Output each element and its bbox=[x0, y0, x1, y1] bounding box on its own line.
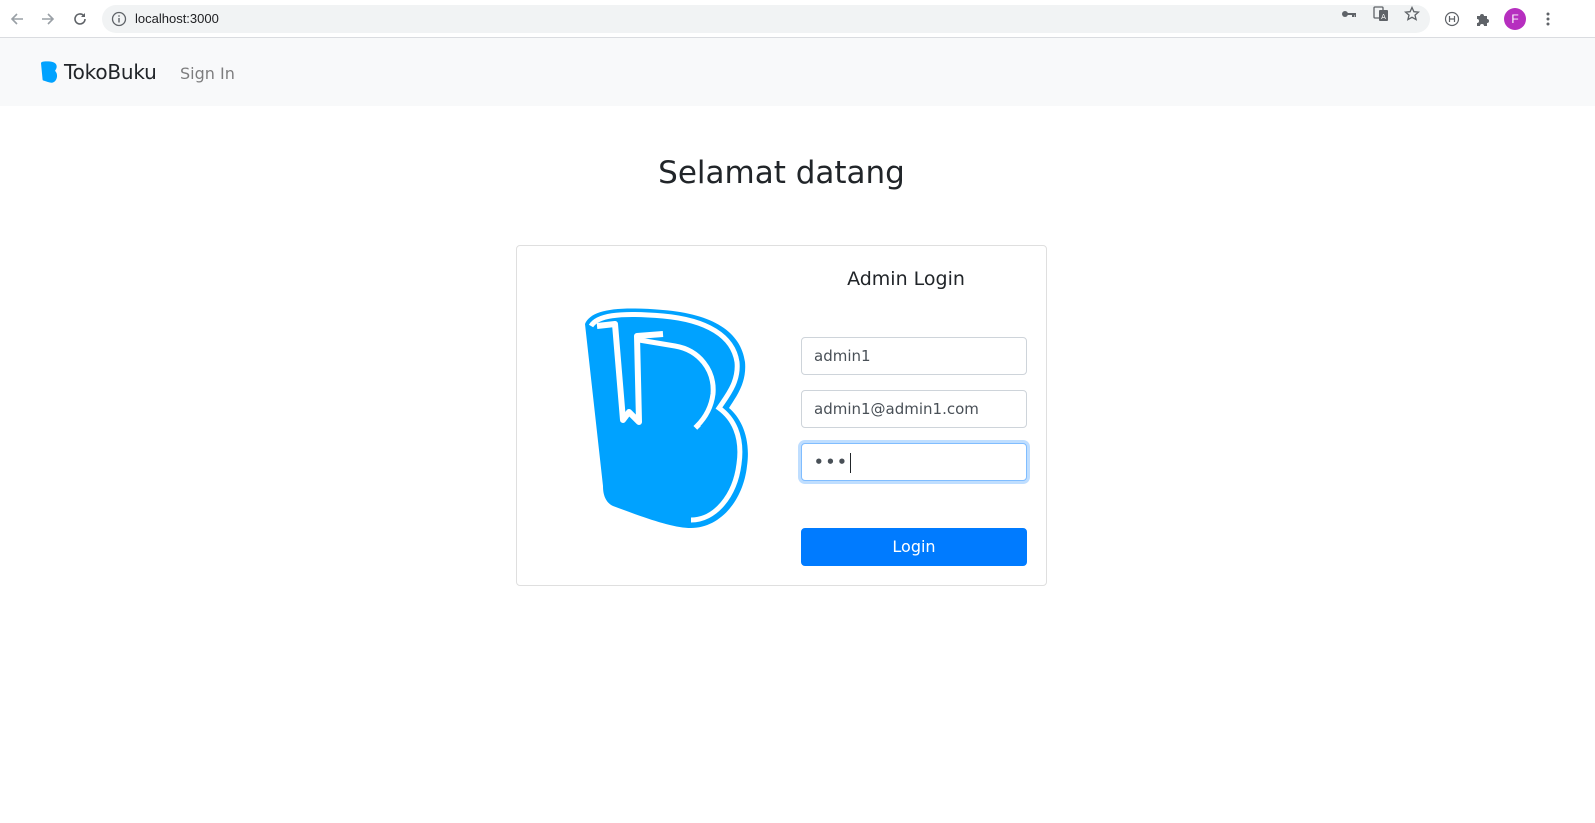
tokobuku-logo-icon bbox=[585, 308, 748, 528]
back-arrow-icon[interactable] bbox=[4, 6, 30, 32]
page-title: Selamat datang bbox=[658, 155, 905, 191]
nav-link-sign-in[interactable]: Sign In bbox=[180, 64, 235, 83]
info-icon[interactable] bbox=[111, 11, 127, 27]
admin-login-title: Admin Login bbox=[847, 268, 965, 290]
login-button[interactable]: Login bbox=[801, 528, 1027, 566]
password-field[interactable]: ••• bbox=[801, 443, 1027, 481]
translate-icon[interactable]: A bbox=[1372, 6, 1390, 22]
app-navbar: TokoBuku Sign In bbox=[0, 38, 1595, 106]
more-vert-icon[interactable] bbox=[1538, 9, 1558, 29]
brand-name: TokoBuku bbox=[64, 60, 157, 84]
browser-toolbar: localhost:3000 A F bbox=[0, 0, 1595, 38]
url-text[interactable]: localhost:3000 bbox=[135, 11, 219, 27]
reload-icon[interactable] bbox=[67, 6, 93, 32]
brand-link[interactable]: TokoBuku bbox=[40, 60, 157, 84]
address-bar[interactable]: localhost:3000 bbox=[102, 5, 1430, 33]
forward-arrow-icon[interactable] bbox=[35, 6, 61, 32]
svg-text:A: A bbox=[1381, 13, 1386, 21]
username-field[interactable]: admin1 bbox=[801, 337, 1027, 375]
extension-h-icon[interactable] bbox=[1442, 9, 1462, 29]
tokobuku-logo-icon bbox=[40, 61, 58, 83]
key-icon[interactable] bbox=[1340, 6, 1358, 22]
profile-avatar[interactable]: F bbox=[1504, 8, 1526, 30]
email-field[interactable]: admin1@admin1.com bbox=[801, 390, 1027, 428]
login-card: Admin Login admin1 admin1@admin1.com •••… bbox=[516, 245, 1047, 586]
star-icon[interactable] bbox=[1403, 6, 1421, 22]
puzzle-icon[interactable] bbox=[1473, 9, 1493, 29]
text-caret bbox=[849, 452, 851, 473]
password-value: ••• bbox=[814, 453, 849, 471]
